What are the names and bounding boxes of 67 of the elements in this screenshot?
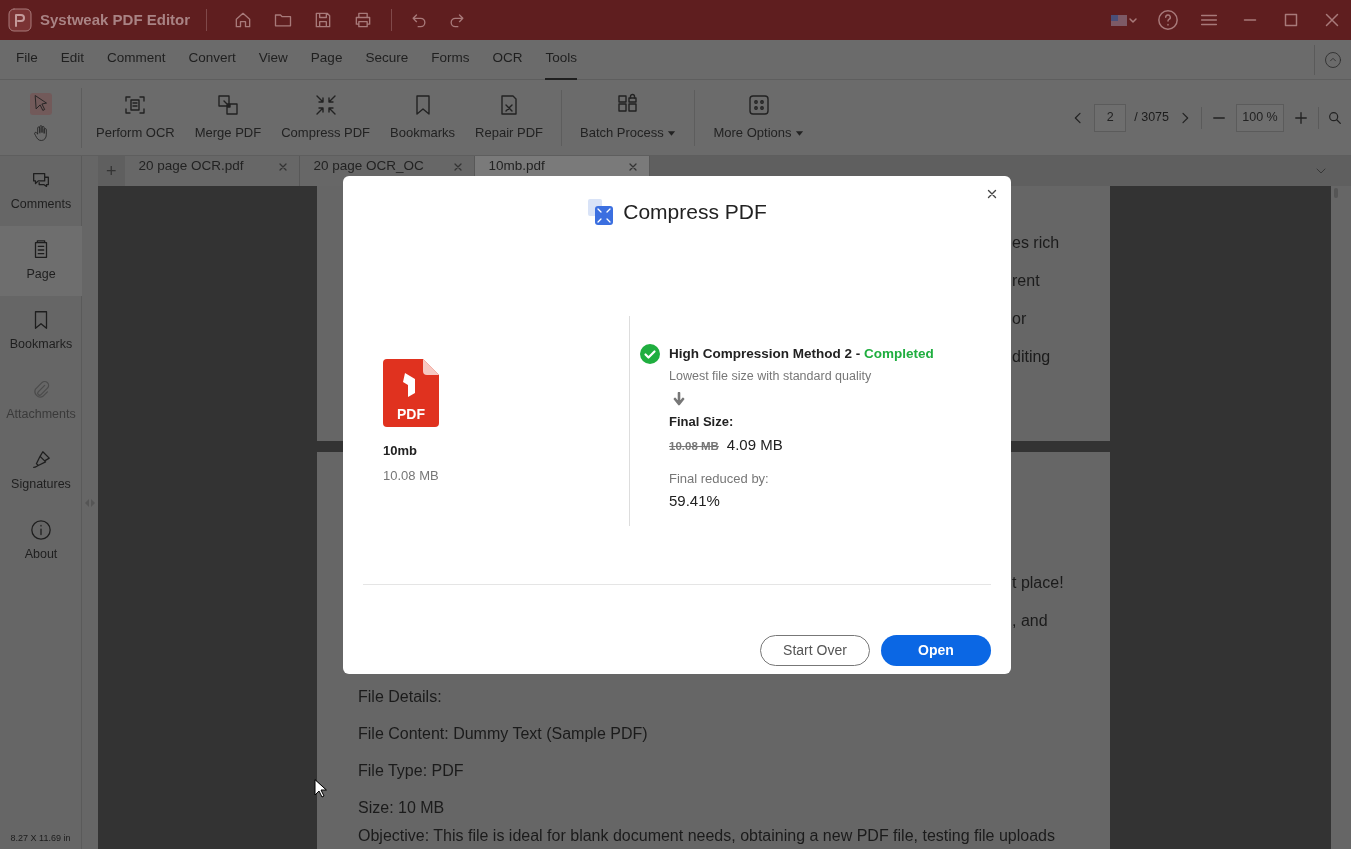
- page-text: diting: [1012, 347, 1051, 367]
- sidebar-item[interactable]: About: [0, 506, 82, 576]
- check-circle-icon: [640, 343, 660, 364]
- new-size: 4.09 MB: [726, 435, 783, 455]
- sidebar-item[interactable]: Bookmarks: [0, 296, 82, 366]
- pdf-file-icon: [383, 358, 439, 427]
- page-text: or: [1012, 309, 1027, 329]
- dialog-title: Compress PDF: [623, 199, 767, 225]
- app-title: Systweak PDF Editor: [40, 9, 191, 30]
- toolbar-button[interactable]: More Options: [707, 92, 811, 143]
- page-text: File Type: PDF: [358, 760, 464, 781]
- reduced-percentage: 59.41%: [669, 491, 721, 511]
- final-size-label: Final Size:: [669, 412, 735, 431]
- page-text: Size: 10 MB: [358, 797, 445, 818]
- page-text: es rich: [1012, 233, 1060, 253]
- dots-grid-icon: [746, 92, 771, 117]
- open-button[interactable]: Open: [881, 634, 991, 666]
- menu-item[interactable]: Convert: [188, 39, 236, 80]
- zoom-field[interactable]: 100 %: [1236, 103, 1284, 132]
- menu-item[interactable]: Edit: [60, 39, 85, 80]
- menu-item[interactable]: Secure: [365, 39, 409, 80]
- search-icon[interactable]: [1327, 109, 1343, 126]
- merge-icon: [215, 92, 240, 117]
- pointer-tool-icon[interactable]: [29, 92, 52, 115]
- start-over-button[interactable]: Start Over: [760, 634, 870, 666]
- menu-item[interactable]: OCR: [492, 39, 523, 80]
- file-type-label: PDF: [397, 405, 425, 422]
- page-count: / 3075: [1134, 109, 1169, 127]
- new-tab-button[interactable]: +: [98, 157, 125, 185]
- file-size: 10.08 MB: [383, 467, 440, 485]
- sidebar-item[interactable]: Signatures: [0, 436, 82, 506]
- page-text: File Details:: [358, 686, 442, 707]
- page-text: t place!: [1012, 573, 1064, 593]
- info-icon: [30, 518, 52, 541]
- page-text: , and: [1012, 611, 1048, 631]
- menu-item[interactable]: Page: [310, 39, 343, 80]
- menu-item[interactable]: File: [16, 39, 38, 80]
- mouse-cursor-icon: [314, 779, 328, 799]
- page-number-field[interactable]: 2: [1094, 103, 1127, 132]
- file-name: 10mb: [383, 441, 418, 460]
- method-description: Lowest file size with standard quality: [669, 367, 873, 385]
- toolbar-button[interactable]: Compress PDF: [275, 92, 377, 143]
- reduced-label: Final reduced by:: [669, 469, 770, 488]
- toolbar-button[interactable]: Perform OCR: [90, 92, 181, 143]
- help-icon[interactable]: [1157, 9, 1179, 31]
- pen-nib-icon: [30, 448, 52, 471]
- sidebar-item[interactable]: Page: [0, 226, 82, 296]
- compression-status: High Compression Method 2 - Completed: [669, 344, 934, 363]
- page-text: Objective: This file is ideal for blank document needs, obtaining a new PDF file, testing file uploads: [358, 826, 1055, 846]
- menu-item[interactable]: Forms: [431, 39, 470, 80]
- close-icon[interactable]: [985, 187, 999, 201]
- compress-file-icon: [587, 197, 616, 226]
- page-text: rent: [1012, 271, 1040, 291]
- menu-item[interactable]: View: [258, 39, 288, 80]
- page-size-label: 8.27 X 11.69 in: [9, 831, 72, 845]
- toolbar-button[interactable]: Merge PDF: [188, 92, 268, 143]
- toolbar-button[interactable]: Repair PDF: [469, 92, 549, 143]
- document-tab[interactable]: 20 page OCR.pdf: [124, 156, 300, 186]
- original-size: 10.08 MB: [669, 439, 719, 454]
- app-logo-icon: [8, 8, 32, 32]
- toolbar-button[interactable]: Batch Process: [574, 92, 683, 143]
- sidebar-item[interactable]: Comments: [0, 156, 82, 226]
- down-arrow-icon: [673, 391, 685, 406]
- page-text: File Content: Dummy Text (Sample PDF): [358, 723, 648, 744]
- toolbar-button[interactable]: Bookmarks: [384, 92, 462, 143]
- menu-item[interactable]: Comment: [107, 39, 166, 80]
- collapse-ribbon-icon[interactable]: [1323, 49, 1343, 70]
